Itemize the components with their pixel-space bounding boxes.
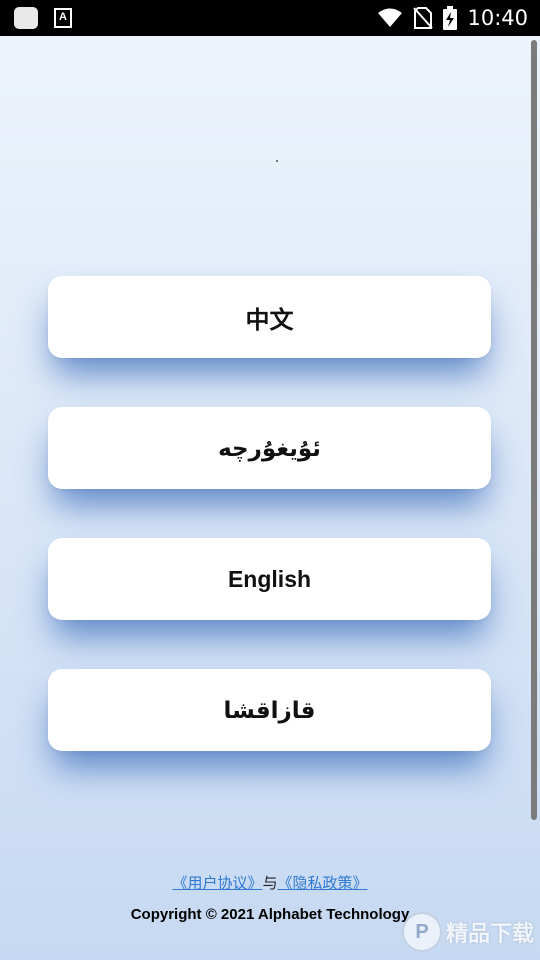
watermark: P 精品下载: [401, 912, 534, 952]
agreement-line: 《用户协议》与《隐私政策》: [0, 872, 540, 893]
language-list: 中文 ئۇيغۇرچە English قازاقشا: [48, 276, 491, 800]
wifi-icon: [378, 8, 403, 27]
language-button-kazakh[interactable]: قازاقشا: [48, 669, 491, 751]
no-sim-icon: [413, 7, 434, 29]
app-notification-icon: [14, 7, 38, 29]
status-right-group: 10:40: [377, 0, 528, 36]
language-button-uyghur[interactable]: ئۇيغۇرچە: [48, 407, 491, 489]
scrollbar[interactable]: [531, 40, 537, 820]
agreement-connector: 与: [262, 874, 278, 892]
battery-charging-icon: [443, 6, 458, 30]
watermark-text: 精品下载: [445, 922, 534, 947]
language-button-english[interactable]: English: [48, 538, 491, 620]
language-button-chinese[interactable]: 中文: [48, 276, 491, 358]
privacy-policy-link[interactable]: 《隐私政策》: [278, 874, 368, 892]
decorative-dot: [276, 160, 278, 162]
status-time: 10:40: [467, 6, 528, 30]
watermark-logo-icon: P: [401, 912, 442, 952]
status-bar: A 10:40: [0, 0, 540, 36]
font-notification-icon: A: [54, 8, 72, 28]
user-agreement-link[interactable]: 《用户协议》: [172, 874, 262, 892]
